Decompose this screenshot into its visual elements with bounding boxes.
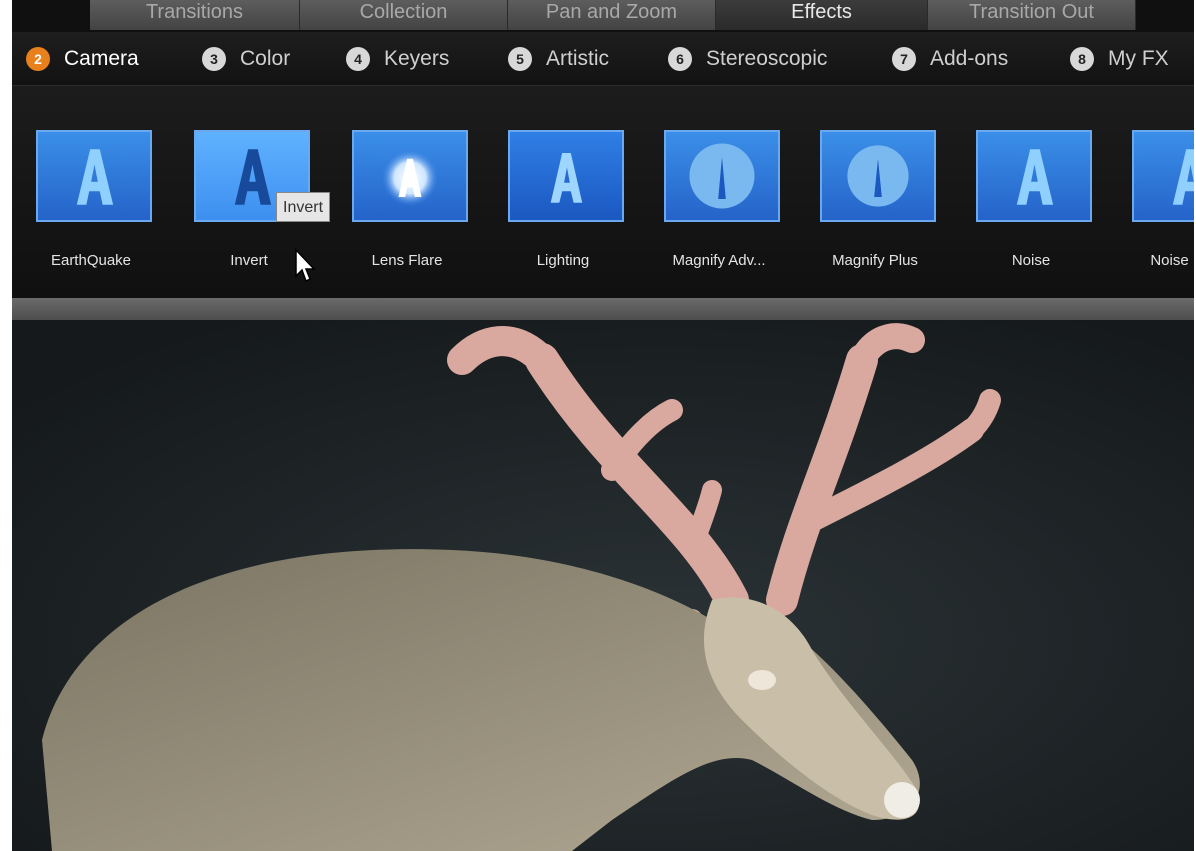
effect-label: Magnify Adv... bbox=[672, 252, 766, 269]
category-stereoscopic[interactable]: 6 Stereoscopic bbox=[668, 45, 827, 73]
effect-label: Lens Flare bbox=[371, 252, 443, 269]
effect-magnify-plus[interactable]: Magnify Plus bbox=[800, 86, 950, 298]
category-color[interactable]: 3 Color bbox=[202, 45, 290, 73]
category-label: Add-ons bbox=[930, 47, 1009, 70]
category-add-ons[interactable]: 7 Add-ons bbox=[892, 45, 1008, 73]
category-label: Stereoscopic bbox=[706, 47, 828, 70]
category-number-badge: 6 bbox=[668, 47, 692, 71]
category-number-badge: 7 bbox=[892, 47, 916, 71]
category-number-badge: 8 bbox=[1070, 47, 1094, 71]
effect-lighting[interactable]: Lighting bbox=[488, 86, 638, 298]
effect-label: Noise R bbox=[1150, 252, 1194, 269]
category-artistic[interactable]: 5 Artistic bbox=[508, 45, 609, 73]
tab-effects[interactable]: Effects bbox=[716, 0, 928, 30]
top-tab-bar: Transitions Collection Pan and Zoom Effe… bbox=[12, 0, 1194, 32]
category-label: Keyers bbox=[384, 47, 450, 70]
lens-flare-icon bbox=[352, 130, 468, 222]
letter-a-icon bbox=[1132, 130, 1194, 222]
effects-gallery: EarthQuake Invert Lens Flare Lighting Ma… bbox=[12, 86, 1194, 298]
category-label: Color bbox=[240, 47, 291, 70]
category-camera[interactable]: 2 Camera bbox=[26, 45, 139, 73]
magnify-icon bbox=[820, 130, 936, 222]
category-keyers[interactable]: 4 Keyers bbox=[346, 45, 449, 73]
effect-noise-reduction[interactable]: Noise R bbox=[1112, 86, 1194, 298]
category-bar: 2 Camera 3 Color 4 Keyers 5 Artistic 6 S… bbox=[12, 32, 1194, 86]
letter-a-icon bbox=[36, 130, 152, 222]
category-number-badge: 3 bbox=[202, 47, 226, 71]
letter-a-icon bbox=[976, 130, 1092, 222]
effect-label: Magnify Plus bbox=[832, 252, 918, 269]
category-label: Artistic bbox=[546, 47, 609, 70]
effect-noise[interactable]: Noise bbox=[956, 86, 1106, 298]
tab-transitions[interactable]: Transitions bbox=[90, 0, 300, 30]
effect-earthquake[interactable]: EarthQuake bbox=[16, 86, 166, 298]
effect-label: Lighting bbox=[536, 252, 590, 269]
category-label: Camera bbox=[64, 47, 139, 70]
effect-tooltip: Invert bbox=[276, 192, 331, 222]
effect-label: Noise bbox=[1011, 252, 1051, 269]
effects-editor: Transitions Collection Pan and Zoom Effe… bbox=[12, 0, 1194, 851]
mouse-cursor-icon bbox=[295, 248, 316, 283]
category-my-fx[interactable]: 8 My FX bbox=[1070, 45, 1169, 73]
tab-collection[interactable]: Collection bbox=[300, 0, 508, 30]
magnify-icon bbox=[664, 130, 780, 222]
panel-divider[interactable] bbox=[12, 298, 1194, 320]
tab-transition-out[interactable]: Transition Out bbox=[928, 0, 1136, 30]
tab-pan-zoom[interactable]: Pan and Zoom bbox=[508, 0, 716, 30]
category-number-badge: 5 bbox=[508, 47, 532, 71]
effect-lens-flare[interactable]: Lens Flare bbox=[332, 86, 482, 298]
category-number-badge: 4 bbox=[346, 47, 370, 71]
letter-a-icon bbox=[508, 130, 624, 222]
effect-magnify-advanced[interactable]: Magnify Adv... bbox=[644, 86, 794, 298]
category-label: My FX bbox=[1108, 47, 1169, 70]
video-preview[interactable] bbox=[12, 320, 1194, 851]
effect-label: EarthQuake bbox=[50, 252, 132, 269]
deer-preview-image bbox=[12, 320, 1194, 851]
category-number-badge: 2 bbox=[26, 47, 50, 71]
